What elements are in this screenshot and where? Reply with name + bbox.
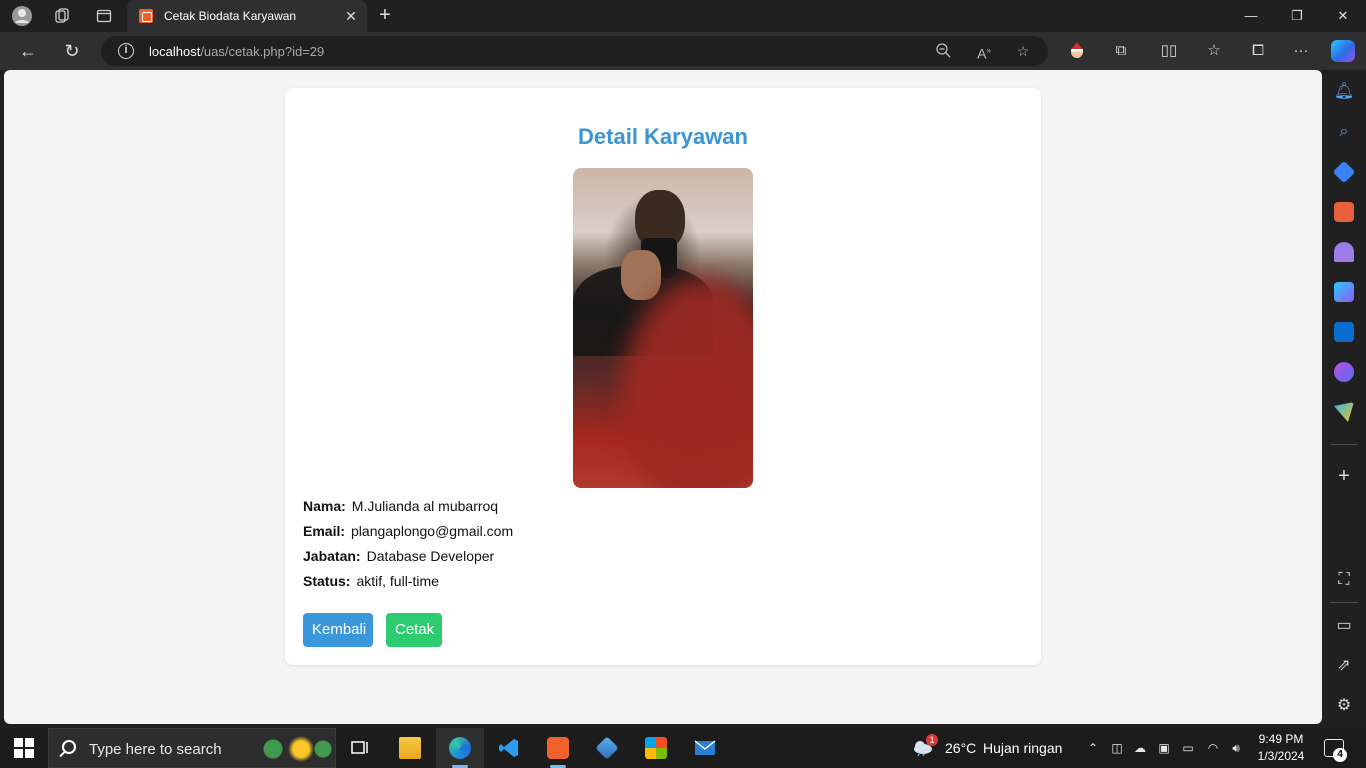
employee-detail-card: Detail Karyawan Nama: M.Julianda al mubar… xyxy=(285,88,1041,665)
workspaces-icon[interactable] xyxy=(48,4,76,28)
minimize-icon[interactable]: — xyxy=(1240,6,1262,26)
settings-gear-icon[interactable]: ⚙ xyxy=(1333,696,1355,716)
sidebar-search-icon[interactable]: ⌕ xyxy=(1333,122,1355,142)
search-highlight-image xyxy=(261,735,333,763)
xampp-favicon-icon xyxy=(139,9,153,23)
taskbar-clock[interactable]: 9:49 PM 1/3/2024 xyxy=(1250,731,1312,765)
field-label: Nama: xyxy=(303,498,346,514)
search-icon xyxy=(62,740,76,754)
tab-title: Cetak Biodata Karyawan xyxy=(164,9,297,23)
kembali-button[interactable]: Kembali xyxy=(303,613,373,647)
field-email: Email: plangaplongo@gmail.com xyxy=(303,523,513,539)
zoom-out-icon[interactable] xyxy=(934,42,952,60)
more-menu-icon[interactable]: ··· xyxy=(1290,41,1312,61)
file-explorer-icon[interactable] xyxy=(386,728,434,768)
employee-photo xyxy=(573,168,753,488)
address-bar[interactable]: i localhost/uas/cetak.php?id=29 A» ☆ xyxy=(101,36,1048,66)
field-value: M.Julianda al mubarroq xyxy=(351,498,499,514)
weather-alert-badge: 1 xyxy=(926,734,938,746)
weather-description[interactable]: Hujan ringan xyxy=(983,740,1062,756)
page-viewport: Detail Karyawan Nama: M.Julianda al mubar… xyxy=(4,70,1322,724)
profile-icon[interactable] xyxy=(8,4,36,28)
field-value: Database Developer xyxy=(366,548,495,564)
vscode-icon[interactable] xyxy=(485,728,533,768)
refresh-icon[interactable]: ↻ xyxy=(59,39,85,63)
microsoft-store-icon[interactable] xyxy=(632,728,680,768)
taskbar-search-box[interactable]: Type here to search xyxy=(48,728,336,768)
meet-now-icon[interactable]: ◫ xyxy=(1109,740,1125,756)
page-title: Detail Karyawan xyxy=(578,124,748,149)
shopping-tag-icon[interactable] xyxy=(1332,160,1356,184)
designer-icon[interactable] xyxy=(1334,362,1354,382)
close-window-icon[interactable]: ✕ xyxy=(1332,6,1354,26)
volume-icon[interactable]: 🔊︎ xyxy=(1228,740,1244,756)
battery-icon[interactable]: ▭ xyxy=(1180,740,1196,756)
close-tab-icon[interactable]: ✕ xyxy=(342,7,360,25)
wifi-icon[interactable]: ◠ xyxy=(1205,740,1221,756)
weather-temperature[interactable]: 26°C xyxy=(945,740,976,756)
url-text[interactable]: localhost/uas/cetak.php?id=29 xyxy=(149,44,324,59)
split-screen-icon[interactable]: ▯▯ xyxy=(1158,41,1180,61)
open-external-icon[interactable]: ⇗ xyxy=(1333,656,1355,676)
edge-taskbar-icon[interactable] xyxy=(436,728,484,768)
search-placeholder: Type here to search xyxy=(89,741,222,758)
cetak-button[interactable]: Cetak xyxy=(386,613,442,647)
extensions-icon[interactable]: ⧉ xyxy=(1110,41,1132,61)
drop-icon[interactable] xyxy=(1334,402,1354,422)
field-nama: Nama: M.Julianda al mubarroq xyxy=(303,498,498,514)
back-arrow-icon[interactable]: ← xyxy=(15,39,41,63)
field-value: plangaplongo@gmail.com xyxy=(351,523,514,539)
screenshot-icon[interactable]: ⛶ xyxy=(1333,570,1355,590)
extension-santa-icon[interactable] xyxy=(1066,41,1088,61)
collections-icon[interactable]: ⧠ xyxy=(1247,41,1269,61)
field-status: Status: aktif, full-time xyxy=(303,573,439,589)
notification-count-badge: 4 xyxy=(1333,748,1347,762)
field-jabatan: Jabatan: Database Developer xyxy=(303,548,494,564)
read-aloud-icon[interactable]: A» xyxy=(975,42,993,62)
field-label: Status: xyxy=(303,573,351,589)
favorites-icon[interactable]: ☆ xyxy=(1203,41,1225,61)
favorite-star-icon[interactable]: ☆ xyxy=(1014,42,1032,60)
site-info-icon[interactable]: i xyxy=(118,43,134,59)
field-value: aktif, full-time xyxy=(356,573,439,589)
display-icon[interactable]: ▣ xyxy=(1156,740,1172,756)
show-hidden-icons-chevron-icon[interactable]: ⌃ xyxy=(1085,740,1101,756)
browser-toolbar: ← ↻ i localhost/uas/cetak.php?id=29 A» ☆… xyxy=(0,32,1366,70)
windows-taskbar: Type here to search 1 26°C Hujan ringan … xyxy=(0,728,1366,768)
add-sidebar-app-icon[interactable]: + xyxy=(1333,466,1355,486)
games-icon[interactable] xyxy=(1334,242,1354,262)
clock-date: 1/3/2024 xyxy=(1257,749,1305,763)
task-view-icon[interactable] xyxy=(336,728,384,768)
active-tab[interactable]: Cetak Biodata Karyawan ✕ xyxy=(127,0,367,32)
clock-time: 9:49 PM xyxy=(1258,732,1304,746)
title-bar: Cetak Biodata Karyawan ✕ + — ❐ ✕ xyxy=(0,0,1366,32)
copilot-sidebar-icon[interactable] xyxy=(1334,282,1354,302)
tab-actions-icon[interactable] xyxy=(90,4,118,28)
windows-start-icon[interactable] xyxy=(14,738,34,758)
virtualbox-icon[interactable] xyxy=(583,728,631,768)
restore-icon[interactable]: ❐ xyxy=(1286,6,1308,26)
onedrive-cloud-icon[interactable]: ☁ xyxy=(1132,740,1148,756)
field-label: Email: xyxy=(303,523,346,539)
hide-sidebar-icon[interactable]: ▭ xyxy=(1333,616,1355,636)
notifications-bell-icon[interactable]: 🔔︎ xyxy=(1333,82,1355,102)
copilot-icon[interactable] xyxy=(1331,40,1355,62)
mail-icon[interactable] xyxy=(681,728,729,768)
outlook-icon[interactable] xyxy=(1334,322,1354,342)
xampp-icon[interactable] xyxy=(534,728,582,768)
field-label: Jabatan: xyxy=(303,548,361,564)
tools-icon[interactable] xyxy=(1334,202,1354,222)
new-tab-icon[interactable]: + xyxy=(374,5,396,27)
edge-sidebar: 🔔︎ ⌕ + ⛶ ▭ ⇗ ⚙ xyxy=(1322,70,1366,724)
